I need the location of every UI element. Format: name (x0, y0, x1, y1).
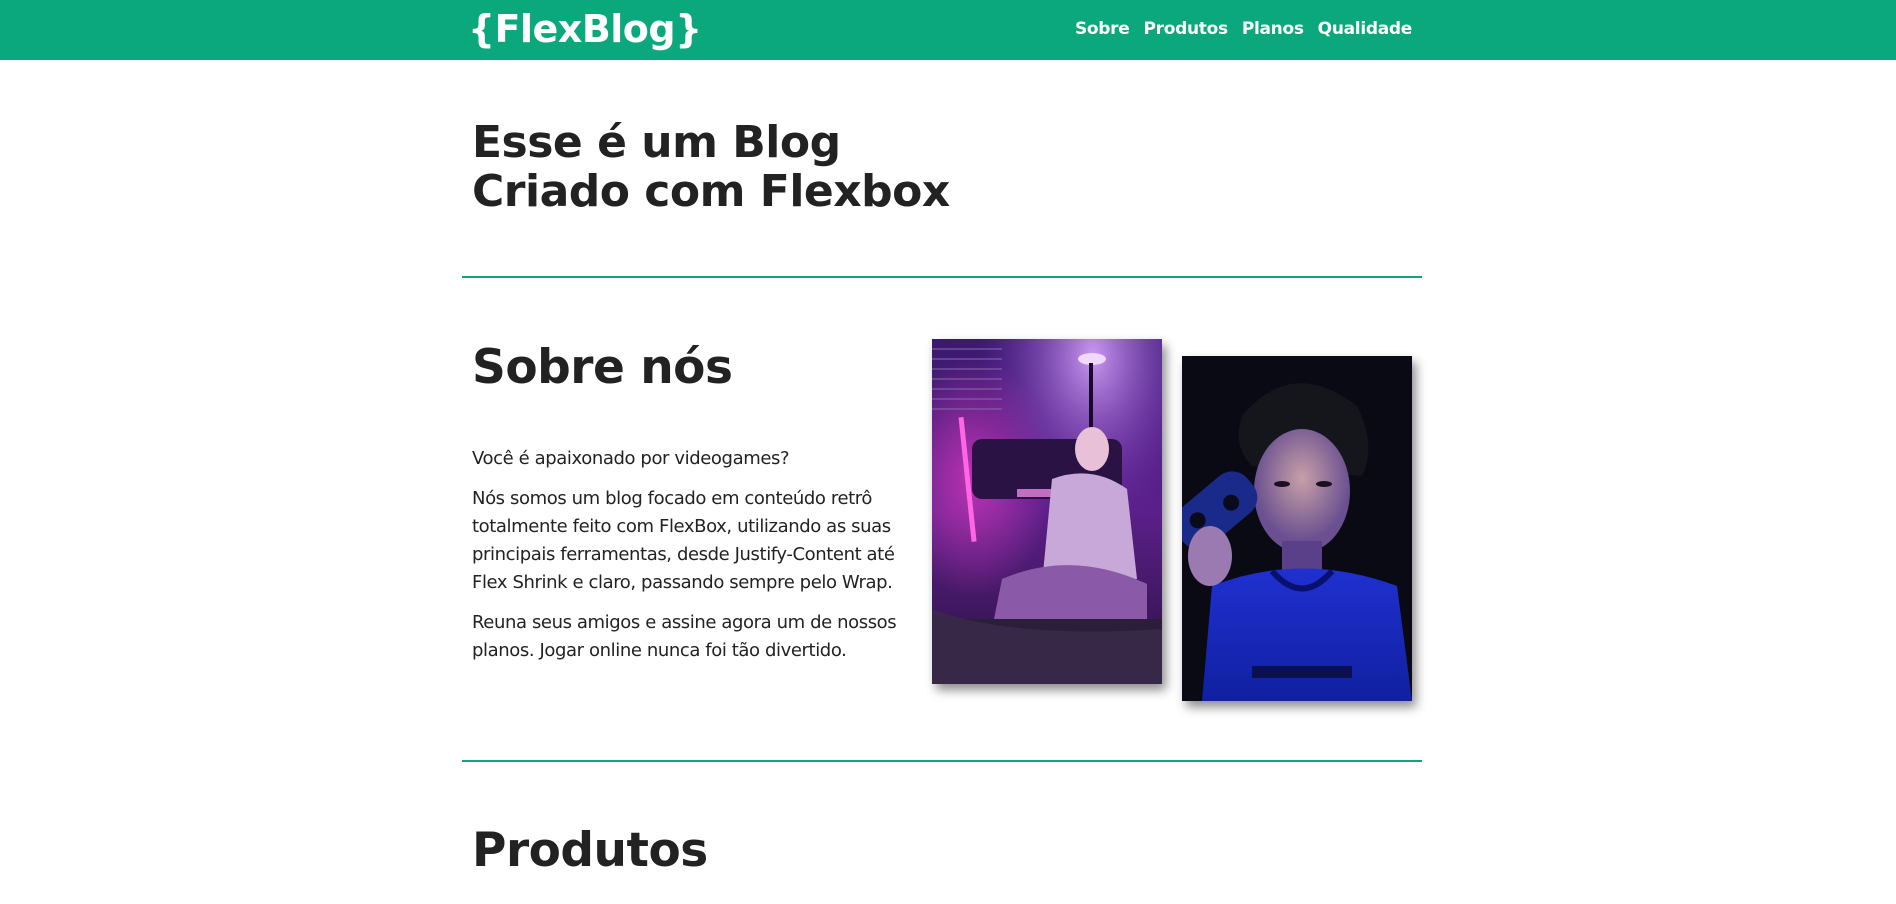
hero-title-line-2: Criado com Flexbox (472, 166, 950, 217)
site-logo[interactable]: {FlexBlog} (468, 6, 702, 52)
nav-link-sobre[interactable]: Sobre (1075, 18, 1130, 40)
nav-link-produtos[interactable]: Produtos (1143, 18, 1228, 40)
about-paragraph-1: Você é apaixonado por videogames? (472, 448, 790, 469)
hero-title: Esse é um Blog Criado com Flexbox (472, 118, 950, 216)
hero-title-line-1: Esse é um Blog (472, 117, 841, 168)
navbar-container: {FlexBlog} Sobre Produtos Planos Qualida… (462, 0, 1422, 60)
section-divider (462, 760, 1422, 762)
main-nav: Sobre Produtos Planos Qualidade (1075, 18, 1412, 40)
gamer-girl-photo (932, 339, 1162, 684)
products-section-title: Produtos (472, 823, 708, 878)
about-text: Você é apaixonado por videogames? Nós so… (472, 445, 922, 677)
section-divider (462, 276, 1422, 278)
top-navbar: {FlexBlog} Sobre Produtos Planos Qualida… (0, 0, 1896, 60)
nav-link-qualidade[interactable]: Qualidade (1318, 18, 1413, 40)
about-section-title: Sobre nós (472, 340, 733, 395)
nav-link-planos[interactable]: Planos (1242, 18, 1304, 40)
about-paragraph-2: Nós somos um blog focado em conteúdo ret… (472, 488, 895, 593)
about-paragraph-3: Reuna seus amigos e assine agora um de n… (472, 612, 897, 661)
gamer-boy-photo (1182, 356, 1412, 701)
